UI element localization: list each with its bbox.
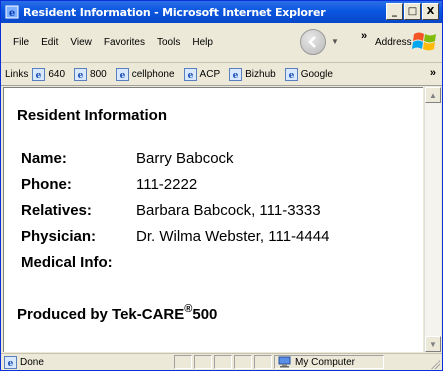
minimize-button[interactable]: _ [386,3,403,20]
link-cellphone[interactable]: e cellphone [115,68,175,81]
links-chevron-icon[interactable]: » [430,67,436,79]
produced-by-footer: Produced by Tek-CARE®500 [17,303,217,323]
produced-suffix: 500 [192,306,218,323]
back-button[interactable] [300,29,326,55]
status-cell [214,355,232,369]
scroll-down-icon[interactable]: ▼ [425,336,441,352]
svg-text:e: e [8,359,14,369]
windows-logo-icon [412,32,436,51]
links-label[interactable]: Links [5,69,28,80]
svg-text:e: e [187,71,193,81]
security-zone: My Computer [274,355,384,369]
field-label: Relatives: [21,202,92,219]
status-cell [254,355,272,369]
page-content: Resident Information Name: Barry Babcock… [3,87,423,352]
info-row-physician: Physician: Dr. Wilma Webster, 111-4444 [21,228,329,245]
ie-page-icon: e [4,355,17,369]
field-label: Physician: [21,228,97,245]
menu-file[interactable]: File [7,37,35,48]
status-done: e Done [4,355,174,369]
address-label[interactable]: Address [375,37,412,48]
ie-page-icon: e [32,68,46,81]
window-title: Resident Information - Microsoft Interne… [23,5,326,19]
status-cell [234,355,252,369]
menu-favorites[interactable]: Favorites [98,37,151,48]
field-value: Barbara Babcock, 111-3333 [136,202,321,219]
link-google[interactable]: e Google [284,68,333,81]
ie-page-icon: e [183,68,197,81]
link-640[interactable]: e 640 [32,68,65,81]
menu-tools[interactable]: Tools [151,37,186,48]
link-acp[interactable]: e ACP [183,68,220,81]
field-value: Dr. Wilma Webster, 111-4444 [136,228,330,245]
scroll-up-icon[interactable]: ▲ [425,87,441,103]
back-arrow-icon [308,36,316,48]
field-value: 111-2222 [136,176,198,193]
link-800[interactable]: e 800 [74,68,107,81]
info-row-relatives: Relatives: Barbara Babcock, 111-3333 [21,202,321,219]
close-button[interactable]: X [422,3,439,20]
link-bizhub[interactable]: e Bizhub [229,68,276,81]
ie-page-icon: e [115,68,129,81]
menu-view[interactable]: View [64,37,98,48]
maximize-button[interactable]: □ [404,3,421,20]
vertical-scrollbar[interactable]: ▲ ▼ [424,87,441,352]
svg-text:e: e [36,71,42,81]
svg-text:e: e [288,71,294,81]
ie-page-icon: e [229,68,243,81]
browser-window: e Resident Information - Microsoft Inter… [0,0,443,371]
resize-grip-icon[interactable] [430,359,440,369]
menu-bar: File Edit View Favorites Tools Help ▼ » … [1,23,442,63]
produced-prefix: Produced by Tek-CARE [17,306,185,323]
ie-icon: e [5,5,19,19]
svg-text:e: e [78,71,84,81]
status-bar: e Done My Computer [1,353,442,370]
toolbar-chevron-icon[interactable]: » [361,30,367,42]
my-computer-icon [278,356,291,368]
ie-page-icon: e [74,68,88,81]
ie-page-icon: e [284,68,298,81]
page-title: Resident Information [17,107,168,124]
back-dropdown-icon[interactable]: ▼ [331,37,339,46]
field-label: Phone: [21,176,72,193]
svg-text:e: e [119,71,125,81]
status-cell [174,355,192,369]
svg-text:e: e [233,71,239,81]
links-bar: Links e 640 e 800 e cellphone e ACP e Bi… [1,64,442,86]
svg-text:e: e [9,8,15,19]
info-row-phone: Phone: 111-2222 [21,176,197,193]
status-cell [194,355,212,369]
menu-edit[interactable]: Edit [35,37,64,48]
field-label: Medical Info: [21,254,113,271]
field-label: Name: [21,150,67,167]
info-row-name: Name: Barry Babcock [21,150,234,167]
info-row-medical-info: Medical Info: [21,254,113,271]
menu-help[interactable]: Help [186,37,219,48]
title-bar[interactable]: e Resident Information - Microsoft Inter… [1,1,442,23]
field-value: Barry Babcock [136,150,234,167]
